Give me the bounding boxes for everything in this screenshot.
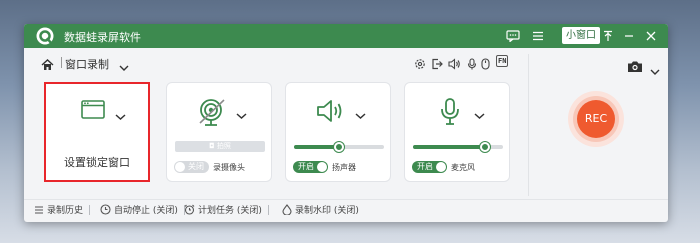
- slider-fill: [294, 145, 339, 149]
- settings-icon[interactable]: [414, 55, 426, 74]
- app-title: 数据蛙录屏软件: [64, 31, 141, 44]
- microphone-toggle[interactable]: 开启: [412, 161, 447, 173]
- mouse-icon[interactable]: [481, 55, 490, 74]
- app-logo-icon: [36, 27, 54, 49]
- toggle-knob: [436, 162, 446, 172]
- camera-icon: ◘: [209, 142, 215, 150]
- schedule-label: 计划任务 (关闭): [198, 206, 262, 216]
- microphone-icon[interactable]: [438, 97, 462, 131]
- speaker-volume-slider[interactable]: [294, 142, 384, 152]
- speaker-icon[interactable]: [448, 55, 461, 74]
- schedule-item[interactable]: 计划任务 (关闭): [184, 203, 275, 216]
- close-icon[interactable]: [644, 24, 658, 48]
- chevron-down-icon[interactable]: [119, 57, 129, 76]
- screenshot-camera-icon[interactable]: [627, 58, 643, 77]
- menu-icon[interactable]: [530, 24, 546, 48]
- history-label: 录制历史: [47, 206, 84, 216]
- microphone-volume-slider[interactable]: [413, 142, 503, 152]
- app-window: 数据蛙录屏软件 小窗口 窗口录制 FN 设置锁定窗口 ◘ 拍照 关闭 录摄像头 …: [24, 24, 668, 222]
- chevron-down-icon[interactable]: [355, 105, 366, 124]
- alarm-icon: [184, 204, 195, 215]
- export-icon[interactable]: [431, 55, 443, 74]
- record-button[interactable]: REC: [577, 100, 615, 138]
- list-icon: [35, 205, 43, 214]
- camera-toggle[interactable]: 关闭: [174, 161, 209, 173]
- chevron-down-icon[interactable]: [236, 105, 247, 124]
- divider: [267, 204, 269, 215]
- slider-thumb[interactable]: [480, 142, 490, 152]
- microphone-label: 麦克风: [451, 162, 475, 172]
- chevron-down-icon[interactable]: [650, 61, 660, 80]
- slider-thumb[interactable]: [334, 142, 344, 152]
- clock-icon: [100, 204, 111, 215]
- auto-stop-label: 自动停止 (关闭): [114, 206, 178, 216]
- auto-stop-item[interactable]: 自动停止 (关闭): [100, 203, 191, 216]
- watermark-item[interactable]: 录制水印 (关闭): [282, 203, 359, 216]
- camera-label: 录摄像头: [213, 162, 245, 172]
- speaker-card: 开启 扬声器: [285, 82, 391, 182]
- divider: [61, 57, 62, 68]
- camera-toggle-row: 关闭 录摄像头: [174, 161, 245, 173]
- pin-icon[interactable]: [601, 24, 615, 48]
- window-icon: [81, 100, 105, 123]
- lock-window-label[interactable]: 设置锁定窗口: [46, 154, 148, 170]
- minimize-icon[interactable]: [622, 24, 636, 48]
- toggle-knob: [317, 162, 327, 172]
- microphone-icon[interactable]: [467, 55, 477, 74]
- feedback-icon[interactable]: [504, 24, 522, 48]
- fn-key-icon[interactable]: FN: [496, 55, 509, 67]
- lock-window-card[interactable]: 设置锁定窗口: [44, 82, 150, 182]
- record-mode-label[interactable]: 窗口录制: [65, 56, 109, 72]
- microphone-toggle-row: 开启 麦克风: [412, 161, 475, 173]
- toggle-knob: [175, 162, 185, 172]
- webcam-disabled-icon[interactable]: [197, 97, 227, 131]
- water-drop-icon: [282, 204, 292, 215]
- chevron-down-icon[interactable]: [115, 106, 126, 125]
- title-bar: 数据蛙录屏软件 小窗口: [24, 24, 668, 48]
- slider-fill: [413, 145, 485, 149]
- camera-card: ◘ 拍照 关闭 录摄像头: [166, 82, 272, 182]
- chevron-down-icon[interactable]: [474, 105, 485, 124]
- speaker-toggle-row: 开启 扬声器: [293, 161, 356, 173]
- divider: [528, 54, 529, 196]
- speaker-volume-icon[interactable]: [316, 97, 346, 129]
- speaker-label: 扬声器: [332, 162, 356, 172]
- history-item[interactable]: 录制历史: [34, 203, 96, 216]
- divider: [89, 204, 91, 215]
- speaker-toggle[interactable]: 开启: [293, 161, 328, 173]
- photo-button[interactable]: ◘ 拍照: [175, 141, 265, 152]
- photo-label: 拍照: [216, 142, 231, 150]
- mini-window-button[interactable]: 小窗口: [562, 27, 600, 44]
- microphone-card: 开启 麦克风: [404, 82, 510, 182]
- home-icon[interactable]: [41, 56, 54, 75]
- watermark-label: 录制水印 (关闭): [295, 206, 359, 216]
